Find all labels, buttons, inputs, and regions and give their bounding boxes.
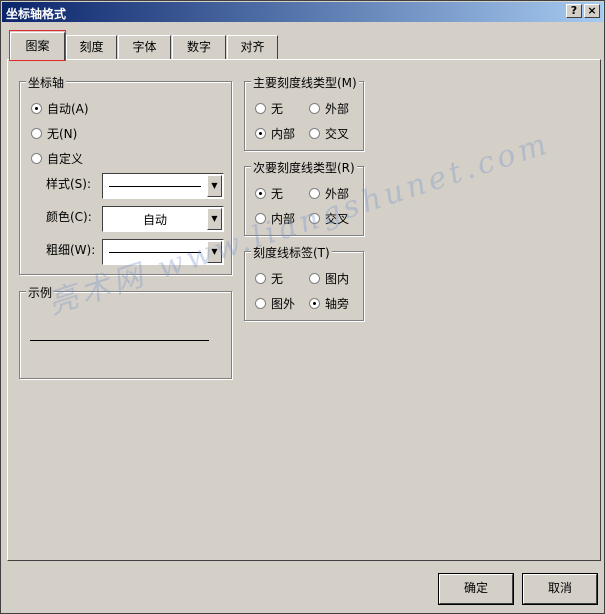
tab-pattern[interactable]: 图案: [10, 32, 65, 60]
minor-tick-title: 次要刻度线类型(R): [251, 159, 357, 176]
radio-icon: [309, 187, 320, 199]
minor-inside-label: 内部: [271, 211, 296, 226]
labels-none-radio[interactable]: 无: [255, 270, 283, 286]
radio-icon: [31, 127, 42, 139]
minor-cross-label: 交叉: [325, 211, 350, 226]
close-button[interactable]: ×: [584, 4, 600, 18]
minor-outside-radio[interactable]: 外部: [309, 185, 349, 201]
style-label: 样式(S):: [46, 177, 92, 191]
major-cross-label: 交叉: [325, 126, 350, 141]
minor-cross-radio[interactable]: 交叉: [309, 210, 349, 226]
axis-format-dialog: 坐标轴格式 ? × 图案 刻度 字体 数字 对齐 坐标轴 自动(A) 无(N) …: [0, 0, 605, 614]
labels-none-label: 无: [271, 271, 284, 286]
tab-number[interactable]: 数字: [172, 35, 226, 59]
radio-icon: [255, 297, 266, 309]
radio-icon: [309, 272, 320, 284]
radio-checked-icon: [255, 127, 266, 139]
axis-none-radio[interactable]: 无(N): [31, 125, 77, 141]
title-bar: 坐标轴格式 ? ×: [2, 2, 603, 22]
tick-labels-title: 刻度线标签(T): [251, 244, 332, 261]
radio-icon: [309, 102, 320, 114]
minor-inside-radio[interactable]: 内部: [255, 210, 295, 226]
radio-icon: [31, 152, 42, 164]
major-outside-radio[interactable]: 外部: [309, 100, 349, 116]
dropdown-arrow-icon[interactable]: ▼: [207, 175, 222, 197]
axis-custom-radio[interactable]: 自定义: [31, 150, 83, 166]
labels-high-label: 图内: [325, 271, 350, 286]
axis-group-title: 坐标轴: [26, 74, 67, 91]
radio-checked-icon: [309, 297, 320, 309]
tab-scale[interactable]: 刻度: [66, 35, 117, 59]
major-inside-label: 内部: [271, 126, 296, 141]
cancel-button[interactable]: 取消: [522, 573, 598, 605]
ok-button[interactable]: 确定: [438, 573, 514, 605]
tab-font[interactable]: 字体: [118, 35, 171, 59]
major-tick-title: 主要刻度线类型(M): [251, 74, 359, 91]
labels-nextto-radio[interactable]: 轴旁: [309, 295, 349, 311]
window-title: 坐标轴格式: [6, 7, 67, 21]
labels-low-radio[interactable]: 图外: [255, 295, 295, 311]
sample-line: [30, 340, 209, 341]
radio-icon: [255, 272, 266, 284]
labels-high-radio[interactable]: 图内: [309, 270, 349, 286]
labels-low-label: 图外: [271, 296, 296, 311]
major-cross-radio[interactable]: 交叉: [309, 125, 349, 141]
radio-icon: [255, 102, 266, 114]
line-style-preview: [109, 186, 201, 187]
dropdown-arrow-icon[interactable]: ▼: [207, 241, 222, 263]
major-none-radio[interactable]: 无: [255, 100, 283, 116]
radio-checked-icon: [31, 102, 42, 114]
color-value: 自动: [142, 213, 167, 227]
labels-nextto-label: 轴旁: [325, 296, 350, 311]
color-label: 颜色(C):: [46, 210, 92, 224]
axis-custom-label: 自定义: [47, 151, 84, 166]
style-combo[interactable]: ▼: [102, 173, 224, 199]
radio-icon: [309, 212, 320, 224]
major-outside-label: 外部: [325, 101, 350, 116]
radio-icon: [309, 127, 320, 139]
major-inside-radio[interactable]: 内部: [255, 125, 295, 141]
weight-label: 粗细(W):: [46, 243, 96, 257]
axis-auto-radio[interactable]: 自动(A): [31, 100, 89, 116]
minor-none-label: 无: [271, 186, 284, 201]
major-none-label: 无: [271, 101, 284, 116]
color-combo[interactable]: 自动 ▼: [102, 206, 224, 232]
dropdown-arrow-icon[interactable]: ▼: [207, 208, 222, 230]
minor-outside-label: 外部: [325, 186, 350, 201]
radio-checked-icon: [255, 187, 266, 199]
tab-alignment[interactable]: 对齐: [227, 35, 278, 59]
help-button[interactable]: ?: [566, 4, 582, 18]
line-weight-preview: [109, 252, 201, 253]
minor-none-radio[interactable]: 无: [255, 185, 283, 201]
radio-icon: [255, 212, 266, 224]
axis-none-label: 无(N): [47, 126, 78, 141]
axis-auto-label: 自动(A): [47, 101, 89, 116]
sample-group: 示例: [19, 284, 232, 379]
sample-group-title: 示例: [26, 284, 55, 301]
weight-combo[interactable]: ▼: [102, 239, 224, 265]
